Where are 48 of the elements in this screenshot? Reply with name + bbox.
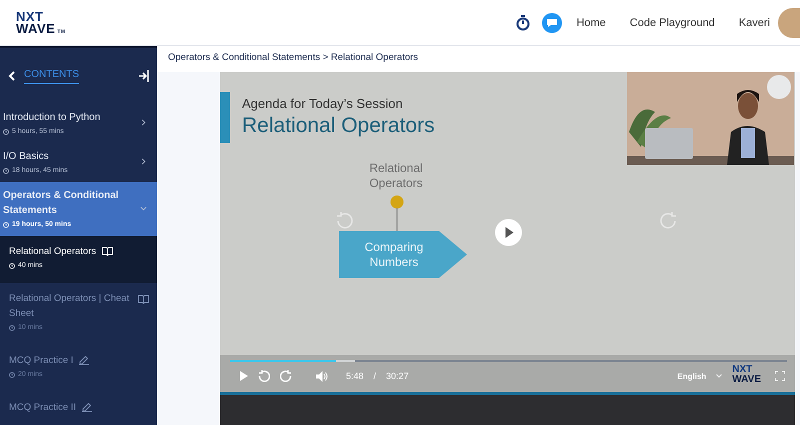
- watermark-logo: WAVE: [732, 375, 761, 385]
- logo-text: WAVE: [16, 22, 56, 34]
- nav-link[interactable]: Home: [576, 16, 606, 28]
- nav-link[interactable]: Code Playground: [630, 16, 715, 28]
- clock-icon: [3, 168, 9, 174]
- accent-bar: [220, 92, 230, 143]
- breadcrumb: Operators & Conditional Statements > Relational Operators: [157, 46, 800, 72]
- play-icon[interactable]: [240, 371, 248, 381]
- book-icon: [102, 246, 114, 256]
- watermark-logo: NXT: [732, 365, 754, 375]
- volume-icon[interactable]: [316, 370, 328, 382]
- box-label: Comparing Numbers: [339, 231, 467, 278]
- clock-icon: [9, 262, 15, 268]
- collapse-icon[interactable]: [139, 70, 149, 82]
- play-button[interactable]: [495, 219, 522, 246]
- total-duration: 30:27: [386, 371, 409, 381]
- current-time: 5:48: [346, 371, 364, 381]
- chevron-icon: [716, 374, 722, 378]
- lesson-title: MCQ Practice I: [9, 355, 74, 366]
- module-title: Operators & Conditional Statements: [3, 189, 120, 218]
- lesson-title: Relational Operators | Cheat Sheet: [9, 293, 130, 319]
- lesson-title: MCQ Practice II: [9, 402, 76, 413]
- logo-text: NXT: [16, 10, 44, 22]
- module-title: Introduction to Python: [3, 111, 102, 125]
- chat-icon[interactable]: [542, 12, 562, 32]
- clock-icon: [3, 128, 9, 134]
- forward-icon[interactable]: [660, 212, 678, 230]
- node-dot: [390, 195, 404, 231]
- book-icon: [138, 295, 149, 304]
- clock-icon: [3, 222, 9, 228]
- pencil-icon: [82, 402, 92, 412]
- pencil-icon: [79, 355, 90, 366]
- clock-icon: [9, 372, 15, 378]
- lesson-title: Relational Operators: [9, 246, 96, 257]
- slide-title: Relational Operators: [242, 114, 435, 138]
- rewind-icon[interactable]: [335, 212, 353, 230]
- contents-tab[interactable]: CONTENTS: [24, 68, 79, 84]
- stopwatch-icon[interactable]: [516, 14, 530, 30]
- avatar[interactable]: [778, 8, 800, 38]
- fullscreen-icon[interactable]: [775, 371, 785, 381]
- lesson-item[interactable]: MCQ Practice II: [0, 392, 157, 425]
- clock-icon: [9, 324, 15, 330]
- user-name: Kaveri: [738, 16, 770, 28]
- back-icon[interactable]: [8, 71, 16, 81]
- slide-subtitle: Agenda for Today’s Session: [242, 96, 403, 111]
- node-label: Relational Operators: [368, 161, 424, 191]
- module-title: I/O Basics: [3, 150, 50, 164]
- time-separator: /: [374, 371, 376, 381]
